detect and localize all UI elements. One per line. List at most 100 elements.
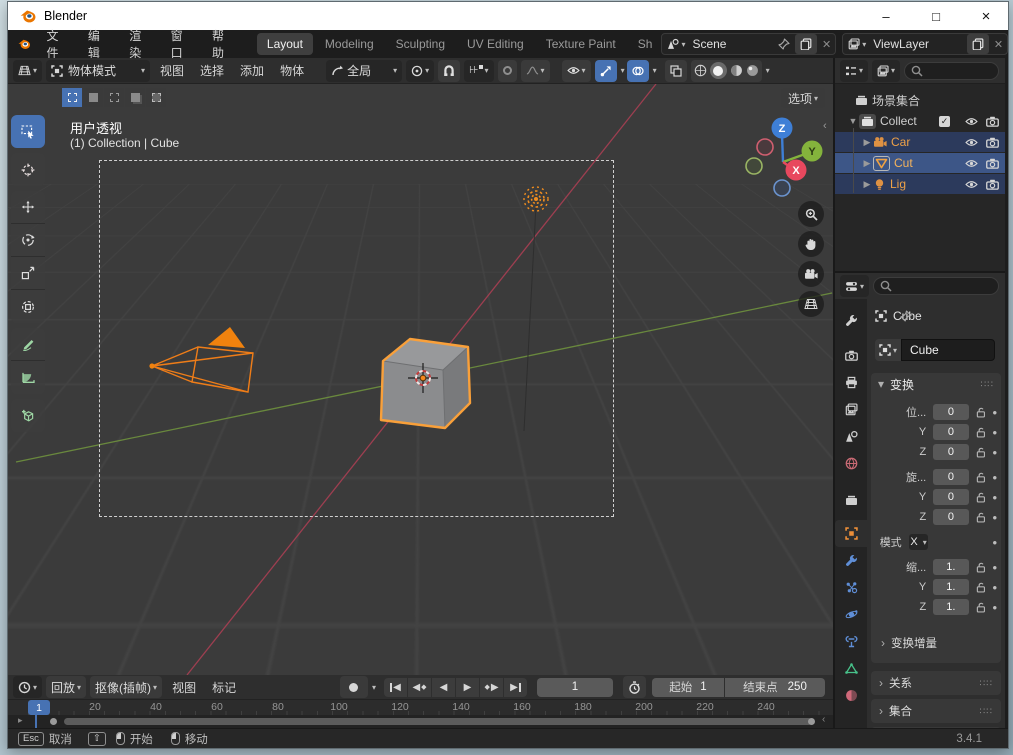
pin-icon[interactable] [778,38,790,50]
tab-physics[interactable] [835,601,867,628]
outliner-row-scene-collection[interactable]: 场景集合 [835,90,1005,110]
render-visibility-icon[interactable] [986,157,999,170]
rotation-y-field[interactable]: 0 [933,489,969,505]
animate-dot-icon[interactable]: • [992,491,997,504]
render-visibility-icon[interactable] [986,115,999,128]
outliner-row-light[interactable]: ▶ Lig [835,174,1005,194]
next-keyframe-button[interactable]: ◆ ▶ [480,677,503,697]
scene-selector[interactable]: ▾ Scene ✕ [661,33,837,55]
location-x-field[interactable]: 0 [933,404,969,420]
tab-render[interactable] [835,342,867,369]
disclosure-open-icon[interactable]: ▼ [847,116,859,126]
location-z-field[interactable]: 0 [933,444,969,460]
pin-icon[interactable] [900,310,912,322]
scene-collection-label[interactable]: 场景集合 [872,92,1005,109]
cube-object-label[interactable]: Cut [894,156,965,170]
hide-eye-icon[interactable] [965,157,978,170]
region-arrow-icon[interactable]: ▸ [18,715,23,726]
prev-keyframe-button[interactable]: ◀ ◆ [408,677,431,697]
viewlayer-name[interactable]: ViewLayer [871,37,966,51]
lock-icon[interactable] [976,472,986,483]
workspace-tab-modeling[interactable]: Modeling [315,33,384,55]
collection-label[interactable]: Collect [880,114,939,128]
proportional-falloff-dropdown[interactable]: ▾ [520,59,550,82]
animate-dot-icon[interactable]: • [992,471,997,484]
viewlayer-icon[interactable]: ▾ [843,34,871,54]
viewlayer-selector[interactable]: ▾ ViewLayer ✕ [842,33,1009,55]
camera-object[interactable] [143,319,268,404]
region-collapse-arrow[interactable]: ‹ [822,714,825,725]
light-object-label[interactable]: Lig [890,177,965,191]
timeline-ruler[interactable]: 20 40 60 80 100 120 140 160 180 200 220 … [8,700,833,715]
unlink-scene-icon[interactable]: ✕ [818,38,835,51]
tab-constraints[interactable] [835,628,867,655]
scrollbar-left-handle[interactable] [50,718,57,725]
collection-checkbox[interactable]: ✓ [939,115,950,127]
animate-dot-icon[interactable]: • [992,536,997,549]
rotation-mode-dropdown[interactable]: X ▾ [908,534,929,550]
timeline-scrollbar[interactable] [64,718,812,725]
pivot-dropdown[interactable]: ▾ [406,59,435,82]
animate-dot-icon[interactable]: • [992,446,997,459]
play-button[interactable]: ▶ [456,677,479,697]
menu-view[interactable]: 视图 [152,58,192,83]
outliner-row-cube[interactable]: ▶ Cut [835,153,1005,173]
tab-particles[interactable] [835,574,867,601]
rotation-z-field[interactable]: 0 [933,509,969,525]
lock-icon[interactable] [976,582,986,593]
gizmos-dropdown[interactable]: ▾ [621,66,625,75]
workspace-tab-layout[interactable]: Layout [256,33,313,55]
panel-drag-handle-icon[interactable]: ∷∷ [980,706,993,717]
lock-icon[interactable] [976,427,986,438]
light-object[interactable] [506,169,566,434]
properties-search-input[interactable] [873,277,999,295]
animate-dot-icon[interactable]: • [992,581,997,594]
orientation-dropdown[interactable]: 全局 ▾ [326,59,403,82]
hide-eye-icon[interactable] [965,136,978,149]
shading-wireframe-icon[interactable] [694,64,707,77]
tab-modifiers[interactable] [835,547,867,574]
gizmo-x-label[interactable]: X [792,165,800,177]
lock-icon[interactable] [976,562,986,573]
panel-drag-handle-icon[interactable]: ∷∷ [981,379,994,390]
show-gizmo-dropdown[interactable]: ▾ [561,59,591,82]
mode-dropdown[interactable]: 物体模式 ▾ [46,59,151,82]
jump-to-start-button[interactable]: ◀ [384,677,407,697]
jump-to-end-button[interactable]: ▶ [504,677,527,697]
xray-toggle[interactable] [664,59,687,82]
disclosure-closed-icon[interactable]: ▶ [861,137,873,148]
use-preview-range-toggle[interactable] [623,676,646,698]
overlays-dropdown[interactable]: ▾ [653,66,657,75]
location-y-field[interactable]: 0 [933,424,969,440]
lock-icon[interactable] [976,512,986,523]
zoom-button[interactable] [798,201,824,227]
workspace-tab-sculpting[interactable]: Sculpting [386,33,455,55]
lock-icon[interactable] [976,602,986,613]
new-viewlayer-button[interactable] [966,34,989,54]
tool-measure[interactable] [11,361,45,394]
tool-transform[interactable] [11,290,45,323]
keying-menu[interactable]: 抠像(插帧) ▾ [90,676,163,698]
outliner-row-camera[interactable]: ▶ Car [835,132,1005,152]
overlays-toggle[interactable] [626,59,649,82]
gizmo-neg-y[interactable] [745,157,763,175]
camera-view-button[interactable] [798,261,824,287]
outliner-filter-button[interactable]: ▾ [872,59,901,82]
menu-object[interactable]: 物体 [272,58,312,83]
lock-icon[interactable] [976,447,986,458]
remove-viewlayer-icon[interactable]: ✕ [990,38,1007,51]
current-frame-marker[interactable]: 1 [28,700,50,715]
pan-button[interactable] [798,231,824,257]
scrollbar-right-handle[interactable] [808,718,815,725]
options-dropdown[interactable]: 选项 ▾ [780,88,825,108]
frame-end-field[interactable]: 结束点 250 [725,677,825,697]
frame-start-field[interactable]: 起始 1 [652,677,724,697]
disclosure-closed-icon[interactable]: ▶ [861,158,873,169]
sidebar-toggle-arrow[interactable]: ‹ [823,120,827,132]
proportional-toggle[interactable] [497,59,517,82]
gizmo-neg-x[interactable] [756,138,774,156]
menu-add[interactable]: 添加 [232,58,272,83]
select-mode-subtract[interactable] [104,88,124,107]
animate-dot-icon[interactable]: • [992,511,997,524]
tool-scale[interactable] [11,257,45,290]
